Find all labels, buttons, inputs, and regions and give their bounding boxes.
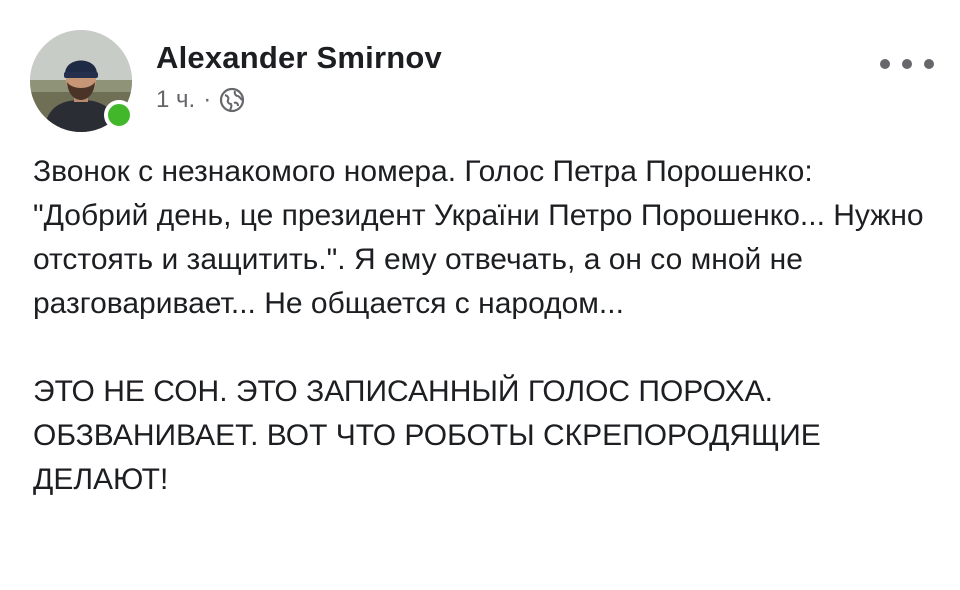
globe-icon[interactable] [219,87,245,113]
author-avatar[interactable] [30,30,134,132]
more-dot [902,59,912,69]
more-dot [924,59,934,69]
post-body: Звонок с незнакомого номера. Голос Петра… [33,150,933,502]
more-dot [880,59,890,69]
online-status-indicator [104,100,134,130]
meta-separator: · [203,86,212,113]
post-meta: 1 ч. · [156,86,245,114]
post-paragraph: Звонок с незнакомого номера. Голос Петра… [33,155,924,320]
post-paragraph: ЭТО НЕ СОН. ЭТО ЗАПИСАННЫЙ ГОЛОС ПОРОХА.… [33,375,821,496]
more-options-icon[interactable] [880,52,934,76]
post-timestamp[interactable]: 1 ч. [156,86,195,114]
facebook-post: Alexander Smirnov 1 ч. · Звонок с незнак… [0,0,960,590]
author-name[interactable]: Alexander Smirnov [156,40,442,76]
